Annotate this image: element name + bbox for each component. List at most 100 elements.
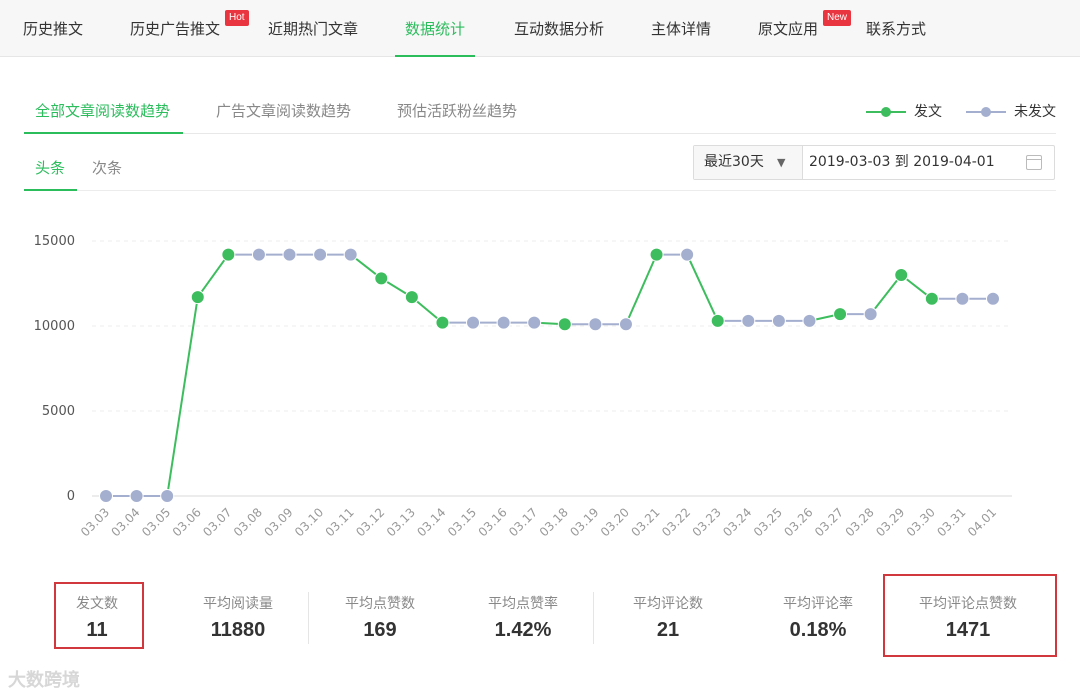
- x-tick-label: 03.09: [261, 505, 295, 539]
- position-tab-indicator: [24, 189, 77, 191]
- tab-secondary[interactable]: 次条: [92, 157, 122, 178]
- x-tick-label: 03.20: [598, 505, 632, 539]
- x-tick-label: 03.12: [353, 505, 387, 539]
- legend-published-dot: [881, 107, 891, 117]
- point-unpublished: [863, 307, 878, 322]
- y-tick-label: 5000: [42, 404, 75, 419]
- point-unpublished: [343, 247, 358, 262]
- x-tick-label: 03.27: [812, 505, 846, 539]
- point-unpublished: [741, 313, 756, 328]
- stat-value: 1.42%: [494, 619, 552, 641]
- date-range-picker: 最近30天 ▼ 2019-03-03 到 2019-04-01: [693, 145, 1055, 180]
- stat-avg-like-rate: 平均点赞率 1.42%: [473, 593, 573, 642]
- point-published: [924, 291, 939, 306]
- legend-unpublished-dot: [981, 107, 991, 117]
- point-published: [374, 271, 389, 286]
- subtab-ad-reads-trend[interactable]: 广告文章阅读数趋势: [216, 100, 351, 134]
- stat-label: 平均评论数: [633, 596, 703, 612]
- series-segment: [166, 296, 199, 497]
- stat-avg-comment-rate: 平均评论率 0.18%: [768, 593, 868, 642]
- point-unpublished: [802, 313, 817, 328]
- stat-label: 平均点赞率: [488, 596, 558, 612]
- tab-interaction-analysis[interactable]: 互动数据分析: [514, 0, 604, 57]
- tab-history-posts[interactable]: 历史推文: [23, 0, 83, 57]
- new-badge: New: [823, 10, 852, 26]
- x-tick-label: 03.24: [720, 505, 754, 539]
- series-segment: [869, 274, 903, 315]
- y-tick-label: 15000: [34, 234, 75, 249]
- tab-headline[interactable]: 头条: [35, 157, 65, 178]
- hot-badge: Hot: [225, 10, 249, 26]
- stat-value: 169: [363, 619, 397, 641]
- tab-recent-hot-articles[interactable]: 近期热门文章: [268, 0, 358, 57]
- range-preset-select[interactable]: 最近30天 ▼: [694, 146, 803, 179]
- chart-x-axis: 03.0303.0403.0503.0603.0703.0803.0903.10…: [78, 505, 999, 539]
- point-unpublished: [129, 489, 144, 503]
- subtab-all-reads-trend[interactable]: 全部文章阅读数趋势: [35, 100, 170, 134]
- stat-avg-reads: 平均阅读量 11880: [188, 593, 288, 642]
- range-preset-label: 最近30天: [704, 154, 764, 170]
- point-unpublished: [466, 315, 481, 330]
- x-tick-label: 03.07: [200, 505, 234, 539]
- series-segment: [686, 254, 719, 322]
- position-tabs-divider: [24, 190, 1056, 191]
- x-tick-label: 03.26: [781, 505, 815, 539]
- point-unpublished: [282, 247, 297, 262]
- stat-avg-likes: 平均点赞数 169: [330, 593, 430, 642]
- x-tick-label: 03.31: [934, 505, 968, 539]
- stat-label: 平均阅读量: [203, 596, 273, 612]
- x-tick-label: 03.04: [109, 505, 143, 539]
- point-published: [435, 315, 450, 330]
- x-tick-label: 03.30: [904, 505, 938, 539]
- highlight-post-count: [54, 582, 144, 649]
- tab-data-stats[interactable]: 数据统计: [394, 0, 476, 57]
- point-published: [404, 290, 419, 305]
- x-tick-label: 03.14: [414, 505, 448, 539]
- chart-lines: [106, 253, 993, 497]
- chevron-down-icon: ▼: [777, 156, 786, 169]
- legend-unpublished-label[interactable]: 未发文: [1014, 101, 1056, 121]
- x-tick-label: 03.06: [170, 505, 204, 539]
- point-unpublished: [313, 247, 328, 262]
- range-dates-input[interactable]: 2019-03-03 到 2019-04-01: [809, 146, 995, 179]
- x-tick-label: 03.18: [537, 505, 571, 539]
- stats-divider: [593, 592, 594, 644]
- watermark-logo: 大数跨境: [8, 670, 80, 691]
- point-published: [221, 247, 236, 262]
- x-tick-label: 03.08: [231, 505, 265, 539]
- calendar-icon[interactable]: [1026, 155, 1042, 170]
- x-tick-label: 03.19: [567, 505, 601, 539]
- highlight-comment-likes: [883, 574, 1057, 657]
- point-unpublished: [986, 291, 1000, 306]
- point-unpublished: [99, 489, 113, 503]
- tab-contact[interactable]: 联系方式: [866, 0, 926, 57]
- point-unpublished: [771, 313, 786, 328]
- point-unpublished: [955, 291, 970, 306]
- stat-value: 0.18%: [789, 619, 847, 641]
- chart-y-axis: 0 5000 10000 15000: [34, 234, 75, 504]
- series-segment: [196, 254, 230, 298]
- point-unpublished: [588, 317, 603, 332]
- x-tick-label: 03.25: [751, 505, 785, 539]
- tab-history-ad-posts[interactable]: 历史广告推文: [130, 0, 220, 57]
- point-published: [557, 317, 572, 332]
- point-published: [833, 307, 848, 322]
- x-tick-label: 03.17: [506, 505, 540, 539]
- legend-published-label[interactable]: 发文: [914, 101, 942, 121]
- point-unpublished: [618, 317, 633, 332]
- tab-original-app[interactable]: 原文应用: [758, 0, 818, 57]
- tab-entity-details[interactable]: 主体详情: [651, 0, 711, 57]
- subtab-fans-trend[interactable]: 预估活跃粉丝趋势: [397, 100, 517, 134]
- point-unpublished: [496, 315, 511, 330]
- stat-value: 11880: [210, 619, 266, 641]
- chart-points: [99, 247, 1000, 503]
- subtab-active-indicator: [24, 132, 183, 134]
- series-segment: [625, 254, 658, 325]
- stat-label: 平均评论率: [783, 596, 853, 612]
- x-tick-label: 03.11: [323, 505, 357, 539]
- y-tick-label: 0: [67, 489, 75, 504]
- x-tick-label: 03.22: [659, 505, 693, 539]
- point-unpublished: [680, 247, 695, 262]
- x-tick-label: 03.13: [384, 505, 418, 539]
- x-tick-label: 03.05: [139, 505, 173, 539]
